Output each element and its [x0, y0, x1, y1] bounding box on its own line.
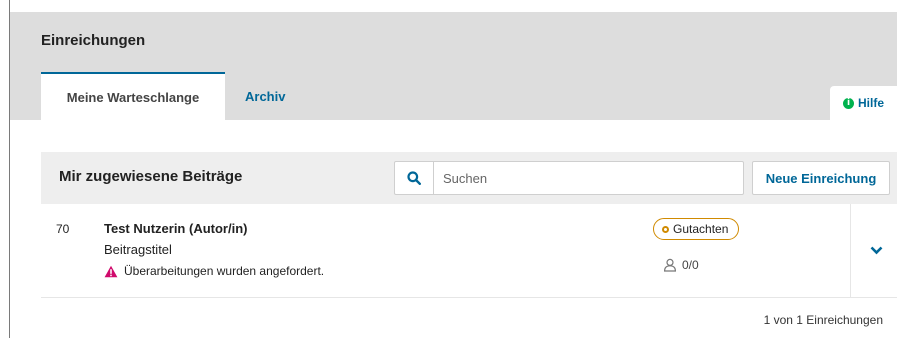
- search-icon: [407, 171, 421, 185]
- row-divider: [850, 204, 851, 298]
- stage-badge: Gutachten: [653, 218, 740, 240]
- warning-icon: [104, 265, 118, 277]
- reviewer-count-value: 0/0: [682, 258, 699, 272]
- list-title: Mir zugewiesene Beiträge: [59, 168, 243, 185]
- chevron-down-icon: [870, 246, 882, 254]
- submission-id: 70: [56, 222, 70, 236]
- stage-circle-icon: [662, 225, 669, 233]
- help-label: Hilfe: [857, 96, 884, 110]
- help-button[interactable]: i Hilfe: [830, 86, 897, 120]
- search-box: [394, 161, 744, 195]
- search-button[interactable]: [395, 162, 434, 194]
- warning-text: Überarbeitungen wurden angefordert.: [124, 264, 325, 278]
- user-icon: [663, 258, 677, 272]
- new-submission-button[interactable]: Neue Einreichung: [752, 161, 890, 195]
- expand-row-button[interactable]: [862, 238, 890, 262]
- tab-my-queue[interactable]: Meine Warteschlange: [41, 72, 225, 120]
- reviewer-count: 0/0: [663, 258, 699, 272]
- info-icon: i: [842, 97, 854, 109]
- pagination-info: 1 von 1 Einreichungen: [763, 313, 883, 327]
- page-title: Einreichungen: [41, 32, 146, 49]
- submission-notice: Überarbeitungen wurden angefordert.: [104, 264, 324, 278]
- tab-archive[interactable]: Archiv: [245, 72, 285, 120]
- stage-label: Gutachten: [673, 222, 729, 236]
- submission-title: Beitragstitel: [104, 242, 172, 257]
- search-input[interactable]: [443, 162, 733, 194]
- submission-author[interactable]: Test Nutzerin (Autor/in): [104, 221, 247, 236]
